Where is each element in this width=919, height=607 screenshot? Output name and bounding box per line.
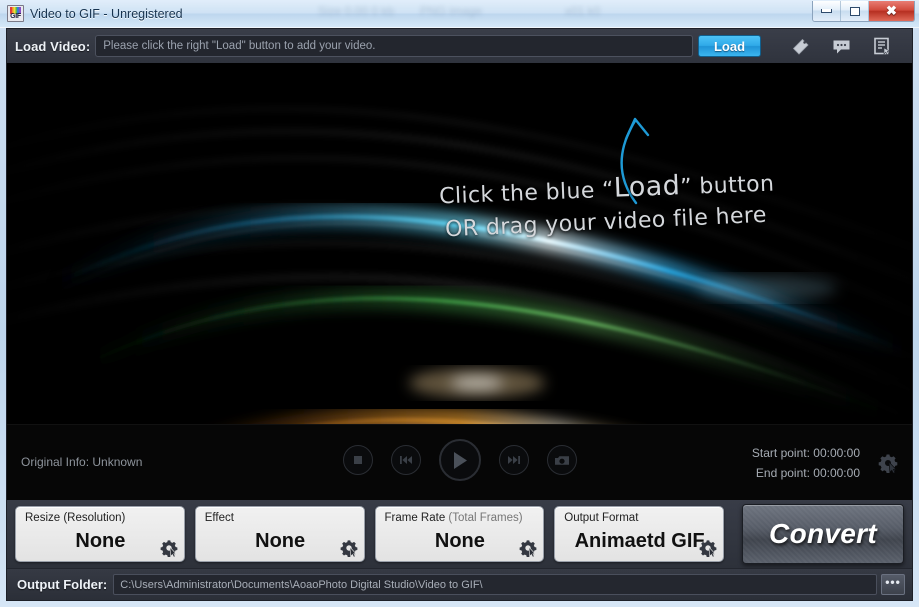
- end-point-label: End point:: [755, 466, 810, 480]
- resize-option-caption: Resize (Resolution): [25, 512, 126, 524]
- previous-button[interactable]: [390, 445, 421, 475]
- gear-cursor-icon[interactable]: [519, 539, 537, 558]
- time-range-display: Start point: 00:00:00 End point: 00:00:0…: [752, 443, 860, 483]
- gear-cursor-icon[interactable]: [699, 539, 717, 558]
- end-point-value: 00:00:00: [813, 466, 860, 480]
- close-icon: ✖: [886, 3, 897, 18]
- playback-control-strip: Original Info: Unknown Start point: 00:0…: [7, 424, 912, 500]
- output-folder-path: C:\Users\Administrator\Documents\AoaoPho…: [120, 578, 483, 591]
- options-row: Resize (Resolution) None Effect None Fra…: [7, 500, 912, 568]
- title-bar: GIF Video to GIF - Unregistered Size 0.0…: [0, 0, 919, 28]
- close-button[interactable]: ✖: [869, 1, 914, 21]
- frame-rate-option[interactable]: Frame Rate (Total Frames) None: [374, 506, 545, 562]
- start-point-value: 00:00:00: [813, 446, 860, 460]
- play-button[interactable]: [438, 439, 481, 481]
- output-folder-bar: Output Folder: C:\Users\Administrator\Do…: [7, 568, 912, 600]
- background-ghost-text-1: Size 0.00 0 kb: [318, 4, 395, 18]
- snapshot-button[interactable]: [546, 445, 577, 475]
- load-button[interactable]: Load: [698, 35, 761, 57]
- window-title: Video to GIF - Unregistered: [30, 6, 183, 21]
- load-video-bar: Load Video: Please click the right "Load…: [7, 29, 912, 63]
- resize-option-value: None: [75, 530, 126, 552]
- resize-option[interactable]: Resize (Resolution) None: [15, 506, 185, 562]
- maximize-button[interactable]: [841, 1, 869, 21]
- load-video-placeholder: Please click the right "Load" button to …: [103, 40, 376, 52]
- frame-rate-option-value: None: [434, 530, 485, 552]
- toolbar-icons: [791, 37, 892, 56]
- comment-icon[interactable]: [832, 37, 851, 56]
- register-icon[interactable]: [873, 37, 892, 56]
- tag-icon[interactable]: [791, 37, 810, 56]
- next-button[interactable]: [498, 445, 529, 475]
- main-panel: Load Video: Please click the right "Load…: [6, 28, 913, 601]
- background-ghost-text-2: PNG image: [420, 4, 483, 18]
- start-point-row: Start point: 00:00:00: [752, 443, 860, 463]
- browse-folder-button[interactable]: •••: [881, 574, 905, 595]
- gear-cursor-icon[interactable]: [878, 453, 898, 474]
- stop-button[interactable]: [342, 445, 373, 475]
- frame-rate-option-caption: Frame Rate (Total Frames): [384, 512, 523, 524]
- minimize-button[interactable]: [813, 1, 841, 21]
- convert-button-label: Convert: [769, 518, 877, 549]
- maximize-icon: [849, 6, 860, 16]
- output-folder-label: Output Folder:: [17, 577, 108, 592]
- video-preview-area[interactable]: Click the blue “Load” button OR drag you…: [7, 63, 912, 500]
- output-format-option-value: Animaetd GIF: [574, 530, 705, 552]
- background-ghost-text-3: x01 k0: [565, 4, 601, 18]
- effect-option-value: None: [255, 530, 306, 552]
- output-folder-input[interactable]: C:\Users\Administrator\Documents\AoaoPho…: [113, 574, 877, 595]
- output-format-option[interactable]: Output Format Animaetd GIF: [554, 506, 724, 562]
- effect-option[interactable]: Effect None: [194, 506, 365, 562]
- window-controls: ✖: [812, 1, 915, 22]
- effect-option-caption: Effect: [204, 512, 234, 524]
- load-video-input[interactable]: Please click the right "Load" button to …: [95, 35, 693, 57]
- application-window: GIF Video to GIF - Unregistered Size 0.0…: [0, 0, 919, 607]
- output-format-option-caption: Output Format: [564, 512, 639, 524]
- load-video-label: Load Video:: [15, 38, 91, 54]
- convert-button[interactable]: Convert: [742, 504, 904, 564]
- gear-cursor-icon[interactable]: [160, 539, 178, 558]
- start-point-label: Start point:: [751, 446, 810, 460]
- gif-app-icon: GIF: [7, 5, 24, 22]
- gear-cursor-icon[interactable]: [340, 539, 358, 558]
- minimize-icon: [821, 9, 832, 13]
- end-point-row: End point: 00:00:00: [752, 463, 860, 483]
